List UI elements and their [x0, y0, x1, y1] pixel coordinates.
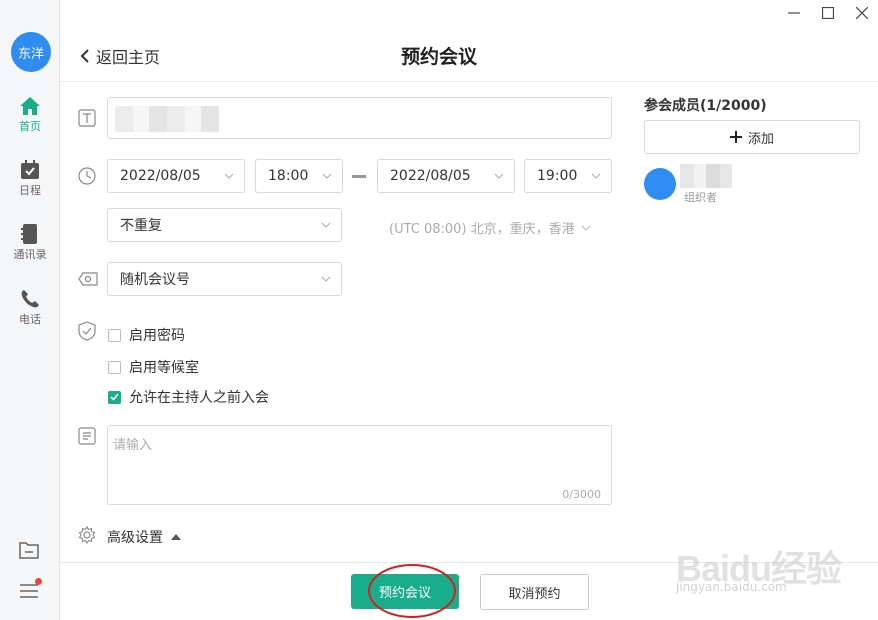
member-avatar: [644, 168, 676, 200]
start-date-select[interactable]: 2022/08/05: [107, 159, 245, 193]
end-date-select[interactable]: 2022/08/05: [377, 159, 515, 193]
home-icon: [20, 97, 40, 115]
start-time-value: 18:00: [268, 168, 309, 184]
checkbox-enable-waiting-room[interactable]: 启用等候室: [108, 357, 199, 377]
advanced-settings-toggle[interactable]: 高级设置: [107, 527, 181, 547]
add-member-label: 添加: [747, 131, 774, 147]
description-char-count: 0/3000: [562, 488, 601, 501]
sidebar-item-label: 电话: [19, 313, 41, 326]
meeting-id-select[interactable]: 随机会议号: [107, 262, 342, 296]
checkbox-label: 启用密码: [129, 328, 185, 344]
description-textarea[interactable]: 请输入 0/3000: [107, 425, 612, 505]
checkbox-enable-password[interactable]: 启用密码: [108, 325, 185, 345]
window-controls: [786, 4, 870, 22]
chevron-down-icon: [321, 222, 331, 228]
chevron-down-icon: [494, 173, 504, 179]
advanced-settings-label: 高级设置: [107, 530, 163, 546]
checkbox-label: 启用等候室: [129, 360, 199, 376]
chevron-down-icon: [322, 173, 332, 179]
timezone-select[interactable]: (UTC 08:00) 北京，重庆，香港: [389, 218, 591, 237]
text-icon: [78, 109, 96, 127]
checkbox-join-before-host[interactable]: 允许在主持人之前入会: [108, 387, 269, 407]
notification-dot: [35, 578, 42, 585]
start-time-select[interactable]: 18:00: [255, 159, 343, 193]
sidebar-item-label: 通讯录: [13, 248, 47, 261]
members-title: 参会成员(1/2000): [644, 98, 767, 114]
chevron-down-icon: [224, 173, 234, 179]
end-date-value: 2022/08/05: [390, 168, 471, 184]
red-circle-annotation: [368, 564, 456, 618]
start-date-value: 2022/08/05: [120, 168, 201, 184]
end-time-value: 19:00: [537, 168, 578, 184]
cancel-schedule-button[interactable]: 取消预约: [480, 574, 589, 610]
clock-icon: [78, 167, 96, 185]
sidebar: 东洋 首页 日程 通讯录 电话: [0, 0, 60, 620]
header-divider: [60, 81, 878, 82]
sidebar-item-phone[interactable]: 电话: [0, 289, 60, 327]
time-range-dash: [352, 175, 366, 178]
description-placeholder: 请输入: [113, 438, 153, 453]
topic-blurred-text: [115, 106, 219, 132]
repeat-value: 不重复: [120, 218, 162, 234]
phone-icon: [21, 290, 39, 308]
back-label: 返回主页: [96, 48, 161, 67]
folder-icon[interactable]: [18, 540, 40, 560]
checkbox-box[interactable]: [108, 360, 121, 374]
watermark-url: jingyan.baidu.com: [676, 580, 787, 594]
app-window: 东洋 首页 日程 通讯录 电话 预约会议 返回主页 2022/08/05 18:…: [0, 0, 878, 620]
member-name-blurred: [680, 164, 732, 188]
chevron-down-icon: [581, 225, 591, 231]
sidebar-item-home[interactable]: 首页: [0, 96, 60, 134]
chevron-left-icon: [80, 49, 89, 63]
chevron-down-icon: [321, 276, 331, 282]
checkbox-label: 允许在主持人之前入会: [129, 390, 269, 406]
back-button[interactable]: 返回主页: [80, 44, 160, 68]
checkbox-box-checked[interactable]: [108, 390, 121, 404]
repeat-select[interactable]: 不重复: [107, 208, 342, 242]
meeting-id-icon: [78, 272, 98, 286]
sidebar-item-calendar[interactable]: 日程: [0, 160, 60, 198]
member-role: 组织者: [684, 191, 717, 204]
meeting-id-value: 随机会议号: [120, 272, 190, 288]
sidebar-item-label: 首页: [19, 120, 41, 133]
end-time-select[interactable]: 19:00: [524, 159, 612, 193]
plus-icon: [729, 131, 742, 143]
document-icon: [78, 427, 96, 445]
close-icon[interactable]: [854, 4, 870, 22]
cancel-schedule-label: 取消预约: [508, 586, 561, 602]
caret-up-icon: [171, 534, 181, 540]
checkbox-box[interactable]: [108, 328, 121, 342]
timezone-value: (UTC 08:00) 北京，重庆，香港: [389, 222, 575, 237]
contacts-icon: [21, 224, 37, 244]
add-member-button[interactable]: 添加: [644, 120, 860, 154]
maximize-icon[interactable]: [820, 4, 836, 22]
check-icon: [110, 393, 119, 401]
gear-icon: [78, 526, 96, 544]
calendar-icon: [21, 160, 39, 179]
chevron-down-icon: [591, 173, 601, 179]
minimize-icon[interactable]: [786, 4, 802, 22]
sidebar-item-contacts[interactable]: 通讯录: [0, 224, 60, 262]
sidebar-item-label: 日程: [19, 184, 41, 197]
shield-icon: [78, 321, 96, 341]
